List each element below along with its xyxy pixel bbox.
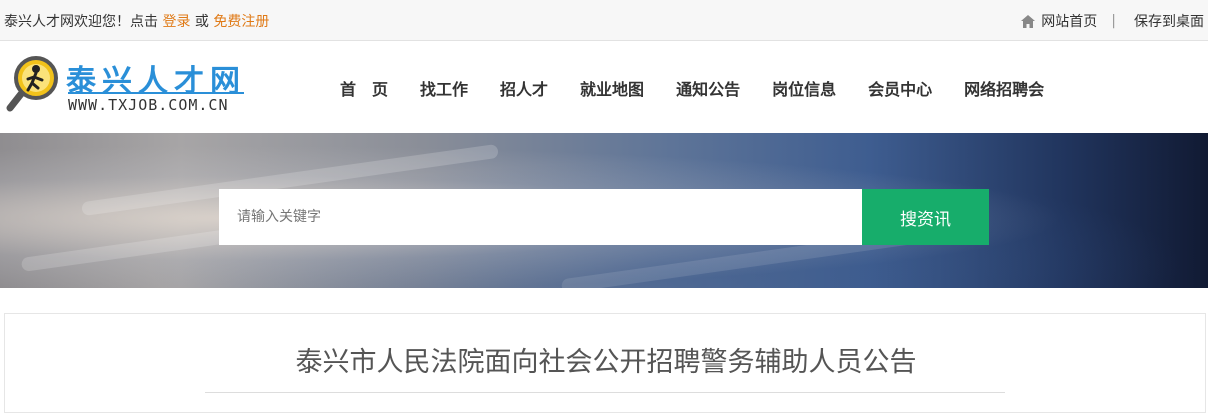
search-input[interactable] [219, 189, 862, 245]
search-button[interactable]: 搜资讯 [862, 189, 989, 245]
magnifier-logo-icon [6, 56, 58, 112]
top-links: 网站首页 | 保存到桌面 [1021, 11, 1204, 31]
nav-notices[interactable]: 通知公告 [676, 76, 740, 100]
nav-home[interactable]: 首 页 [340, 76, 388, 100]
home-icon [1021, 14, 1036, 28]
nav-online-fair[interactable]: 网络招聘会 [964, 76, 1044, 100]
welcome-message: 泰兴人才网欢迎您！点击 登录 或 免费注册 [4, 11, 269, 31]
site-logo[interactable]: 泰兴人才网 WWW.TXJOB.COM.CN [6, 52, 246, 116]
nav-find-job[interactable]: 找工作 [420, 76, 468, 100]
site-header: 泰兴人才网 WWW.TXJOB.COM.CN 首 页 找工作 招人才 就业地图 … [0, 42, 1208, 132]
divider: | [1111, 13, 1116, 29]
home-link[interactable]: 网站首页 [1041, 11, 1097, 31]
article-panel: 泰兴市人民法院面向社会公开招聘警务辅助人员公告 [4, 313, 1206, 413]
logo-underline [68, 92, 244, 94]
register-link[interactable]: 免费注册 [213, 14, 269, 30]
search-banner: 搜资讯 [0, 133, 1208, 288]
title-divider [205, 392, 1005, 393]
or-text: 或 [194, 14, 209, 30]
logo-url: WWW.TXJOB.COM.CN [68, 96, 229, 114]
login-link[interactable]: 登录 [162, 14, 190, 30]
top-bar: 泰兴人才网欢迎您！点击 登录 或 免费注册 网站首页 | 保存到桌面 [0, 0, 1208, 41]
welcome-text: 泰兴人才网欢迎您！点击 [4, 14, 158, 30]
nav-job-map[interactable]: 就业地图 [580, 76, 644, 100]
main-nav: 首 页 找工作 招人才 就业地图 通知公告 岗位信息 会员中心 网络招聘会 [324, 76, 1060, 100]
article-title: 泰兴市人民法院面向社会公开招聘警务辅助人员公告 [295, 347, 917, 378]
nav-positions[interactable]: 岗位信息 [772, 76, 836, 100]
nav-member-center[interactable]: 会员中心 [868, 76, 932, 100]
nav-recruit[interactable]: 招人才 [500, 76, 548, 100]
save-desktop-link[interactable]: 保存到桌面 [1134, 11, 1204, 31]
